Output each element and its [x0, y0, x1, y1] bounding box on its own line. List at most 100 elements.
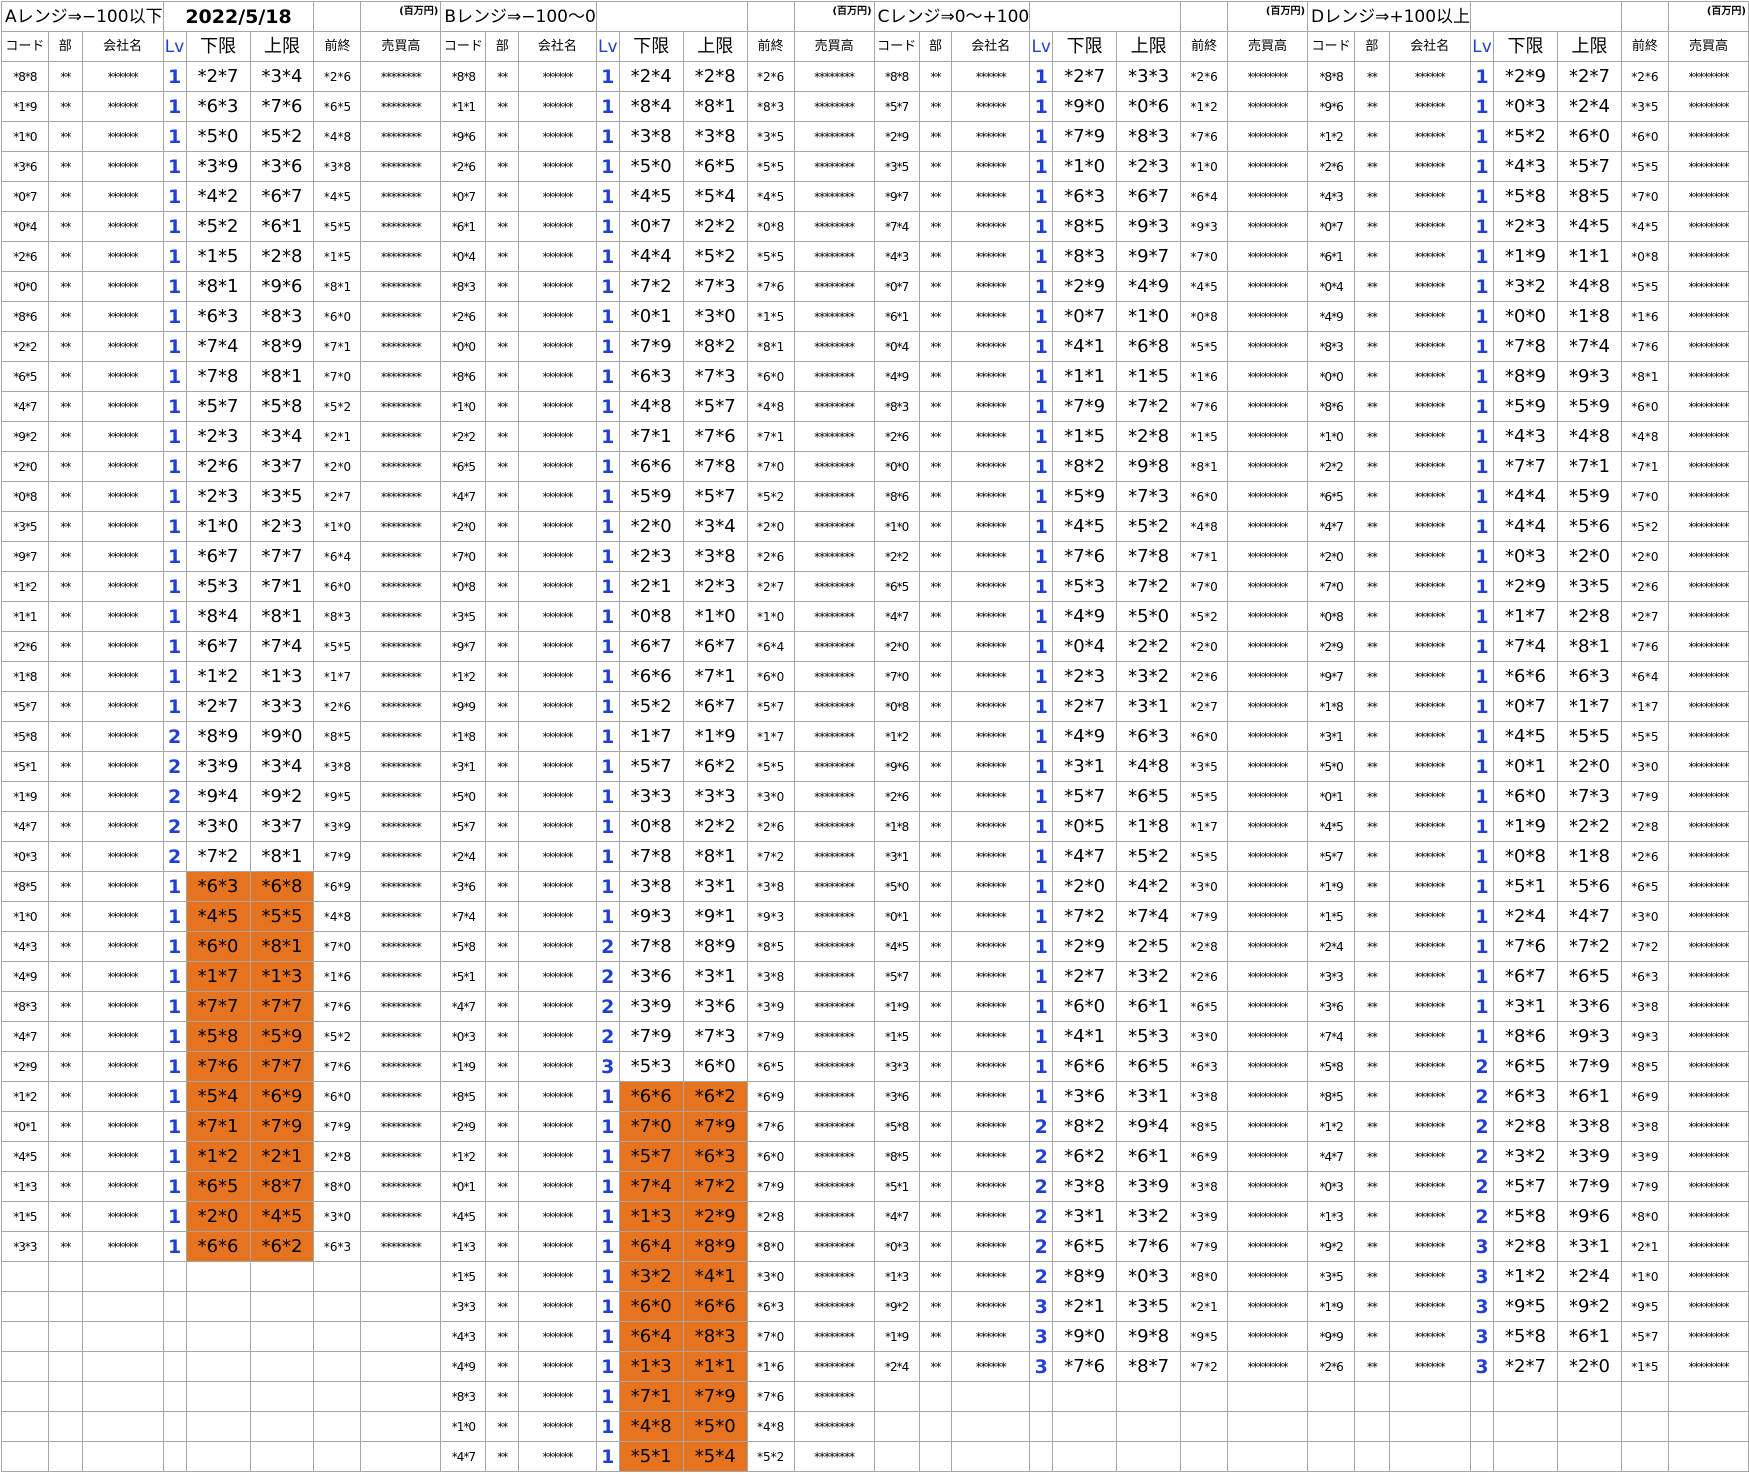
- cell-lv[interactable]: 3: [1029, 1321, 1054, 1352]
- cell-prev-close[interactable]: *8*5: [313, 721, 362, 752]
- cell-lv[interactable]: 1: [595, 271, 620, 302]
- cell-volume[interactable]: ********: [1667, 1261, 1749, 1292]
- cell-code[interactable]: *5*1: [440, 961, 487, 992]
- cell-code[interactable]: *1*2: [1307, 1111, 1356, 1142]
- header-upper[interactable]: 上限: [682, 31, 748, 62]
- cell-code[interactable]: *0*8: [1, 481, 49, 512]
- cell-volume[interactable]: ********: [1227, 421, 1309, 452]
- cell-volume[interactable]: ********: [1667, 1141, 1749, 1172]
- cell-volume[interactable]: ********: [1667, 1111, 1749, 1142]
- cell-upper[interactable]: *7*4: [1556, 331, 1622, 362]
- cell-volume[interactable]: ********: [360, 481, 442, 512]
- cell-volume[interactable]: ********: [1667, 811, 1749, 842]
- empty-cell[interactable]: [1029, 1381, 1054, 1412]
- cell-lower[interactable]: *6*0: [1493, 781, 1558, 812]
- cell-lower[interactable]: *6*6: [618, 451, 684, 482]
- cell-upper[interactable]: *8*1: [249, 931, 315, 962]
- empty-cell[interactable]: [47, 1411, 83, 1442]
- cell-upper[interactable]: *3*4: [249, 61, 315, 92]
- cell-lower[interactable]: *7*6: [185, 1051, 251, 1082]
- cell-lv[interactable]: 2: [1029, 1171, 1054, 1202]
- cell-company[interactable]: ******: [1388, 901, 1472, 932]
- cell-lv[interactable]: 1: [162, 481, 187, 512]
- cell-division[interactable]: **: [485, 211, 520, 242]
- cell-division[interactable]: **: [918, 871, 953, 902]
- cell-division[interactable]: **: [485, 661, 520, 692]
- empty-cell[interactable]: [185, 1381, 251, 1412]
- cell-code[interactable]: *1*3: [873, 1261, 920, 1292]
- cell-company[interactable]: ******: [518, 1291, 597, 1322]
- cell-lower[interactable]: *8*9: [1493, 361, 1558, 392]
- cell-lower[interactable]: *2*3: [185, 481, 251, 512]
- cell-company[interactable]: ******: [518, 1351, 597, 1382]
- cell-prev-close[interactable]: *1*0: [1620, 1261, 1669, 1292]
- cell-company[interactable]: ******: [518, 751, 597, 782]
- cell-prev-close[interactable]: *2*6: [1620, 571, 1669, 602]
- cell-code[interactable]: *8*8: [1, 61, 49, 92]
- cell-volume[interactable]: ********: [360, 1021, 442, 1052]
- empty-cell[interactable]: [249, 1351, 315, 1382]
- cell-lv[interactable]: 1: [595, 331, 620, 362]
- empty-cell[interactable]: [1556, 1411, 1622, 1442]
- cell-lower[interactable]: *3*1: [1493, 991, 1558, 1022]
- cell-company[interactable]: ******: [81, 241, 164, 272]
- cell-volume[interactable]: ********: [1227, 871, 1309, 902]
- cell-lv[interactable]: 1: [162, 1081, 187, 1112]
- cell-division[interactable]: **: [485, 1141, 520, 1172]
- cell-prev-close[interactable]: *5*5: [1620, 721, 1669, 752]
- cell-upper[interactable]: *2*0: [1556, 751, 1622, 782]
- cell-lv[interactable]: 1: [595, 1351, 620, 1382]
- cell-lv[interactable]: 1: [595, 241, 620, 272]
- cell-prev-close[interactable]: *3*0: [313, 1201, 362, 1232]
- cell-company[interactable]: ******: [518, 841, 597, 872]
- cell-code[interactable]: *8*5: [1307, 1081, 1356, 1112]
- cell-code[interactable]: *0*4: [440, 241, 487, 272]
- cell-company[interactable]: ******: [518, 481, 597, 512]
- cell-upper[interactable]: *9*3: [1556, 361, 1622, 392]
- cell-upper[interactable]: *8*9: [249, 331, 315, 362]
- cell-division[interactable]: **: [918, 541, 953, 572]
- cell-company[interactable]: ******: [951, 1291, 1031, 1322]
- cell-lower[interactable]: *5*1: [618, 1441, 684, 1472]
- cell-lv[interactable]: 2: [162, 841, 187, 872]
- cell-prev-close[interactable]: *6*9: [746, 1081, 795, 1112]
- cell-code[interactable]: *0*0: [1, 271, 49, 302]
- cell-lower[interactable]: *5*7: [618, 1141, 684, 1172]
- cell-volume[interactable]: ********: [793, 1351, 875, 1382]
- cell-lower[interactable]: *3*2: [618, 1261, 684, 1292]
- cell-lv[interactable]: 1: [162, 571, 187, 602]
- cell-prev-close[interactable]: *8*1: [313, 271, 362, 302]
- cell-company[interactable]: ******: [1388, 91, 1472, 122]
- cell-prev-close[interactable]: *3*0: [746, 1261, 795, 1292]
- cell-upper[interactable]: *6*2: [682, 1081, 748, 1112]
- cell-division[interactable]: **: [1354, 871, 1390, 902]
- cell-prev-close[interactable]: *7*9: [1620, 781, 1669, 812]
- cell-company[interactable]: ******: [81, 451, 164, 482]
- cell-code[interactable]: *3*3: [440, 1291, 487, 1322]
- cell-division[interactable]: **: [47, 1171, 83, 1202]
- cell-lv[interactable]: 1: [162, 241, 187, 272]
- cell-company[interactable]: ******: [1388, 811, 1472, 842]
- cell-lv[interactable]: 1: [1470, 241, 1495, 272]
- cell-division[interactable]: **: [918, 301, 953, 332]
- cell-prev-close[interactable]: *2*6: [746, 811, 795, 842]
- cell-prev-close[interactable]: *5*5: [1180, 781, 1229, 812]
- cell-lower[interactable]: *0*3: [1493, 541, 1558, 572]
- cell-lv[interactable]: 1: [1029, 991, 1054, 1022]
- cell-lv[interactable]: 1: [1029, 121, 1054, 152]
- cell-lower[interactable]: *4*4: [1493, 481, 1558, 512]
- cell-lower[interactable]: *3*2: [1493, 1141, 1558, 1172]
- cell-upper[interactable]: *3*8: [682, 121, 748, 152]
- cell-upper[interactable]: *1*7: [1556, 691, 1622, 722]
- cell-prev-close[interactable]: *5*5: [1620, 271, 1669, 302]
- cell-division[interactable]: **: [1354, 1021, 1390, 1052]
- cell-volume[interactable]: ********: [360, 601, 442, 632]
- cell-lv[interactable]: 1: [1029, 481, 1054, 512]
- cell-code[interactable]: *2*2: [873, 541, 920, 572]
- cell-code[interactable]: *0*7: [1, 181, 49, 212]
- cell-lv[interactable]: 1: [595, 1141, 620, 1172]
- cell-code[interactable]: *7*0: [873, 661, 920, 692]
- cell-lv[interactable]: 1: [1470, 361, 1495, 392]
- cell-volume[interactable]: ********: [1667, 181, 1749, 212]
- cell-lv[interactable]: 1: [1470, 691, 1495, 722]
